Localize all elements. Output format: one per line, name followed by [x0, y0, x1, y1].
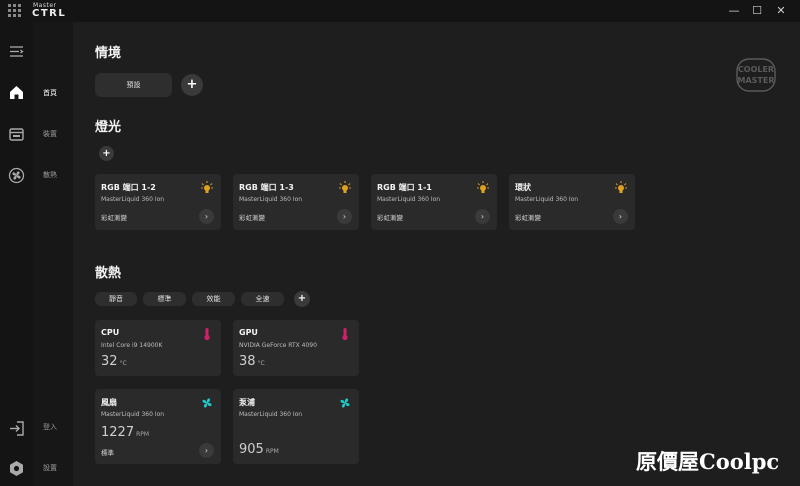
pump-speed: 905 RPM — [239, 442, 279, 457]
fan-icon — [340, 398, 350, 408]
login-icon[interactable] — [8, 420, 25, 437]
fan-card[interactable]: 風扇 MasterLiquid 360 Ion 1227 RPM 標準 › — [95, 389, 221, 464]
add-scenario-button[interactable]: + — [181, 74, 203, 96]
card-mode: 彩虹漸變 — [239, 214, 265, 222]
device-icon[interactable] — [8, 126, 25, 143]
thermometer-icon — [342, 328, 348, 341]
chevron-right-icon[interactable]: › — [199, 209, 214, 224]
nav-home[interactable]: 首頁 — [43, 88, 57, 98]
fan-icon — [202, 398, 212, 408]
app-logo-icon — [8, 4, 21, 17]
card-title: 泵浦 — [239, 398, 255, 407]
bulb-icon — [201, 181, 213, 193]
card-device: Intel Core i9 14900K — [101, 342, 163, 349]
card-device: NVIDIA GeForce RTX 4090 — [239, 342, 317, 349]
card-title: RGB 端口 1-2 — [101, 183, 156, 192]
bulb-icon — [615, 181, 627, 193]
cpu-card[interactable]: CPU Intel Core i9 14900K 32 °C — [95, 320, 221, 376]
chevron-right-icon[interactable]: › — [337, 209, 352, 224]
card-title: GPU — [239, 328, 258, 337]
profile-standard-button[interactable]: 標準 — [143, 292, 186, 306]
nav-login[interactable]: 登入 — [43, 422, 57, 432]
profile-performance-button[interactable]: 效能 — [192, 292, 235, 306]
bulb-icon — [477, 181, 489, 193]
profile-silent-button[interactable]: 靜音 — [95, 292, 137, 306]
minimize-button[interactable]: — — [724, 3, 744, 19]
card-device: MasterLiquid 360 Ion — [377, 196, 441, 203]
menu-icon[interactable] — [8, 43, 25, 60]
card-mode: 彩虹漸變 — [101, 214, 127, 222]
gpu-temperature: 38 °C — [239, 354, 265, 369]
card-device: MasterLiquid 360 Ion — [239, 411, 303, 418]
scenario-title: 情境 — [95, 46, 122, 61]
home-icon[interactable] — [8, 84, 25, 101]
card-device: MasterLiquid 360 Ion — [239, 196, 303, 203]
lighting-card[interactable]: 環狀 MasterLiquid 360 Ion 彩虹漸變 › — [509, 174, 635, 230]
watermark: 原價屋Coolpc — [636, 449, 780, 474]
card-device: MasterLiquid 360 Ion — [101, 196, 165, 203]
icon-sidebar — [0, 22, 33, 486]
gear-icon[interactable] — [8, 460, 25, 477]
card-mode: 彩虹漸變 — [377, 214, 403, 222]
nav-cooling[interactable]: 散熱 — [43, 170, 57, 180]
chevron-right-icon[interactable]: › — [475, 209, 490, 224]
lighting-card[interactable]: RGB 端口 1-3 MasterLiquid 360 Ion 彩虹漸變 › — [233, 174, 359, 230]
fan-mode: 標準 — [101, 449, 114, 457]
card-title: 環狀 — [515, 183, 531, 192]
lighting-card[interactable]: RGB 端口 1-2 MasterLiquid 360 Ion 彩虹漸變 › — [95, 174, 221, 230]
pump-card[interactable]: 泵浦 MasterLiquid 360 Ion 905 RPM — [233, 389, 359, 464]
add-cooling-button[interactable]: + — [294, 291, 310, 307]
lighting-card[interactable]: RGB 端口 1-1 MasterLiquid 360 Ion 彩虹漸變 › — [371, 174, 497, 230]
nav-devices[interactable]: 裝置 — [43, 129, 57, 139]
nav-settings[interactable]: 設置 — [43, 463, 57, 473]
card-title: RGB 端口 1-1 — [377, 183, 432, 192]
card-mode: 彩虹漸變 — [515, 214, 541, 222]
card-title: CPU — [101, 328, 120, 337]
svg-text:MASTER: MASTER — [738, 76, 775, 85]
close-button[interactable]: ✕ — [771, 3, 791, 19]
chevron-right-icon[interactable]: › — [613, 209, 628, 224]
title-bar: Master CTRL — ☐ ✕ — [0, 0, 800, 22]
gpu-card[interactable]: GPU NVIDIA GeForce RTX 4090 38 °C — [233, 320, 359, 376]
svg-text:COOLER: COOLER — [738, 65, 774, 74]
lighting-title: 燈光 — [95, 120, 122, 135]
thermometer-icon — [204, 328, 210, 341]
cooler-master-logo: COOLER MASTER — [736, 58, 776, 92]
main-content: 情境 預設 + 燈光 + RGB 端口 1-2 MasterLiquid 360… — [73, 22, 800, 486]
bulb-icon — [339, 181, 351, 193]
fan-icon[interactable] — [8, 167, 25, 184]
chevron-right-icon[interactable]: › — [199, 443, 214, 458]
card-title: 風扇 — [101, 398, 117, 407]
maximize-button[interactable]: ☐ — [747, 3, 767, 19]
preset-button[interactable]: 預設 — [95, 73, 172, 97]
fan-speed: 1227 RPM — [101, 425, 150, 440]
card-title: RGB 端口 1-3 — [239, 183, 294, 192]
add-lighting-button[interactable]: + — [99, 146, 114, 161]
card-device: MasterLiquid 360 Ion — [101, 411, 165, 418]
nav-column: 首頁 裝置 散熱 登入 設置 — [33, 22, 73, 486]
card-device: MasterLiquid 360 Ion — [515, 196, 579, 203]
cooling-title: 散熱 — [95, 266, 122, 281]
profile-full-speed-button[interactable]: 全速 — [241, 292, 284, 306]
cpu-temperature: 32 °C — [101, 354, 127, 369]
app-name: CTRL — [32, 8, 67, 19]
